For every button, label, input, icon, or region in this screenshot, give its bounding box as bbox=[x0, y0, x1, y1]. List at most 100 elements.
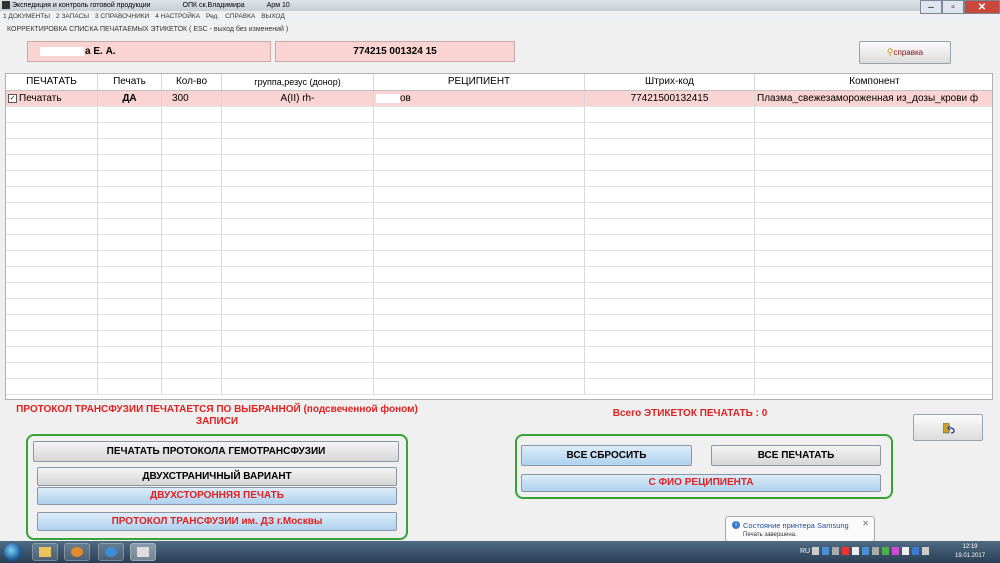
empty-cell[interactable] bbox=[755, 171, 992, 186]
empty-cell[interactable] bbox=[6, 235, 98, 250]
minimize-button[interactable]: – bbox=[920, 0, 942, 14]
empty-cell[interactable] bbox=[222, 155, 374, 170]
empty-row[interactable] bbox=[6, 299, 992, 315]
volume-icon[interactable] bbox=[922, 547, 929, 555]
start-button[interactable] bbox=[4, 543, 22, 561]
empty-cell[interactable] bbox=[585, 155, 755, 170]
empty-cell[interactable] bbox=[222, 283, 374, 298]
empty-cell[interactable] bbox=[585, 171, 755, 186]
print-checkbox[interactable]: ✓ bbox=[8, 93, 17, 103]
menu-item-help[interactable]: СПРАВКА bbox=[225, 11, 255, 22]
empty-cell[interactable] bbox=[222, 203, 374, 218]
empty-cell[interactable] bbox=[755, 107, 992, 122]
print-all-button[interactable]: ВСЕ ПЕЧАТАТЬ bbox=[711, 445, 881, 466]
empty-cell[interactable] bbox=[162, 283, 222, 298]
empty-cell[interactable] bbox=[585, 219, 755, 234]
empty-row[interactable] bbox=[6, 123, 992, 139]
empty-cell[interactable] bbox=[374, 155, 585, 170]
empty-cell[interactable] bbox=[162, 235, 222, 250]
empty-cell[interactable] bbox=[585, 267, 755, 282]
maximize-button[interactable]: ▫ bbox=[942, 0, 964, 14]
empty-cell[interactable] bbox=[98, 299, 162, 314]
empty-cell[interactable] bbox=[98, 187, 162, 202]
empty-cell[interactable] bbox=[585, 139, 755, 154]
empty-cell[interactable] bbox=[374, 315, 585, 330]
empty-cell[interactable] bbox=[98, 123, 162, 138]
empty-cell[interactable] bbox=[98, 379, 162, 394]
with-recipient-name-button[interactable]: С ФИО РЕЦИПИЕНТА bbox=[521, 474, 881, 492]
print-protocol-button[interactable]: ПЕЧАТАТЬ ПРОТОКОЛА ГЕМОТРАНСФУЗИИ bbox=[33, 441, 399, 462]
tray-icon[interactable] bbox=[852, 547, 859, 555]
empty-row[interactable] bbox=[6, 379, 992, 395]
empty-cell[interactable] bbox=[374, 171, 585, 186]
empty-cell[interactable] bbox=[755, 379, 992, 394]
col-header-group[interactable]: группа,резус (донор) bbox=[222, 74, 374, 90]
empty-cell[interactable] bbox=[222, 267, 374, 282]
empty-cell[interactable] bbox=[585, 331, 755, 346]
empty-cell[interactable] bbox=[6, 251, 98, 266]
close-button[interactable]: ✕ bbox=[964, 0, 1000, 14]
empty-cell[interactable] bbox=[162, 267, 222, 282]
empty-cell[interactable] bbox=[222, 299, 374, 314]
tray-icon[interactable] bbox=[872, 547, 879, 555]
col-header-flag[interactable]: Печать bbox=[98, 74, 162, 90]
empty-cell[interactable] bbox=[585, 235, 755, 250]
empty-cell[interactable] bbox=[98, 139, 162, 154]
empty-cell[interactable] bbox=[162, 363, 222, 378]
empty-cell[interactable] bbox=[374, 139, 585, 154]
empty-cell[interactable] bbox=[755, 363, 992, 378]
reset-all-button[interactable]: ВСЕ СБРОСИТЬ bbox=[521, 445, 692, 466]
empty-cell[interactable] bbox=[755, 251, 992, 266]
tray-icon[interactable] bbox=[842, 547, 849, 555]
two-page-button[interactable]: ДВУХСТРАНИЧНЫЙ ВАРИАНТ bbox=[37, 467, 397, 486]
empty-row[interactable] bbox=[6, 251, 992, 267]
taskbar-explorer[interactable] bbox=[32, 543, 58, 561]
empty-cell[interactable] bbox=[6, 171, 98, 186]
empty-cell[interactable] bbox=[585, 299, 755, 314]
col-header-component[interactable]: Компонент bbox=[755, 74, 992, 90]
empty-cell[interactable] bbox=[374, 267, 585, 282]
empty-cell[interactable] bbox=[98, 347, 162, 362]
empty-cell[interactable] bbox=[162, 123, 222, 138]
empty-cell[interactable] bbox=[222, 171, 374, 186]
tray-icon[interactable] bbox=[812, 547, 819, 555]
empty-cell[interactable] bbox=[162, 299, 222, 314]
empty-cell[interactable] bbox=[98, 251, 162, 266]
empty-cell[interactable] bbox=[222, 139, 374, 154]
language-indicator[interactable]: RU bbox=[800, 548, 810, 555]
empty-cell[interactable] bbox=[374, 123, 585, 138]
empty-row[interactable] bbox=[6, 331, 992, 347]
empty-cell[interactable] bbox=[222, 363, 374, 378]
close-icon[interactable]: ✕ bbox=[862, 519, 869, 528]
empty-cell[interactable] bbox=[374, 299, 585, 314]
empty-cell[interactable] bbox=[162, 203, 222, 218]
empty-cell[interactable] bbox=[585, 251, 755, 266]
empty-row[interactable] bbox=[6, 347, 992, 363]
empty-cell[interactable] bbox=[755, 283, 992, 298]
empty-cell[interactable] bbox=[6, 203, 98, 218]
empty-cell[interactable] bbox=[222, 347, 374, 362]
empty-cell[interactable] bbox=[162, 379, 222, 394]
empty-cell[interactable] bbox=[222, 379, 374, 394]
empty-cell[interactable] bbox=[162, 107, 222, 122]
empty-cell[interactable] bbox=[98, 235, 162, 250]
taskbar-app[interactable] bbox=[98, 543, 124, 561]
empty-row[interactable] bbox=[6, 203, 992, 219]
empty-cell[interactable] bbox=[755, 123, 992, 138]
empty-cell[interactable] bbox=[6, 331, 98, 346]
empty-row[interactable] bbox=[6, 235, 992, 251]
empty-cell[interactable] bbox=[755, 299, 992, 314]
empty-cell[interactable] bbox=[162, 155, 222, 170]
empty-cell[interactable] bbox=[98, 171, 162, 186]
empty-cell[interactable] bbox=[585, 203, 755, 218]
empty-cell[interactable] bbox=[755, 347, 992, 362]
table-row[interactable]: ✓ Печатать ДА 300 A(II) rh- ов 7742150013… bbox=[6, 91, 992, 107]
empty-cell[interactable] bbox=[222, 331, 374, 346]
empty-cell[interactable] bbox=[98, 315, 162, 330]
exit-button[interactable] bbox=[913, 414, 983, 441]
empty-row[interactable] bbox=[6, 107, 992, 123]
empty-cell[interactable] bbox=[585, 283, 755, 298]
empty-cell[interactable] bbox=[162, 187, 222, 202]
empty-cell[interactable] bbox=[755, 219, 992, 234]
empty-cell[interactable] bbox=[585, 123, 755, 138]
